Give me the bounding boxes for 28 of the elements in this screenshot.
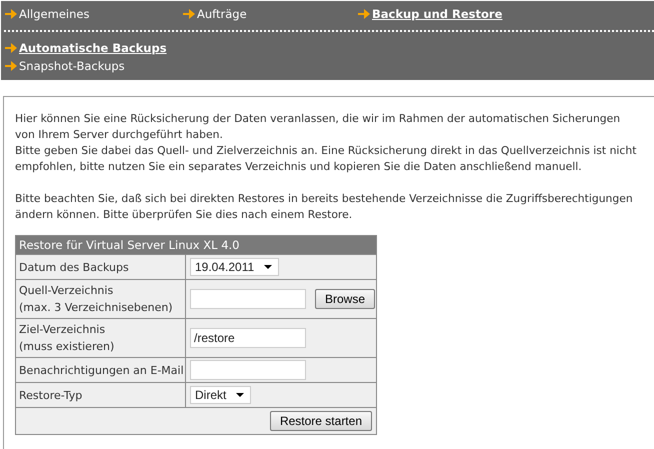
dropdown[interactable]: Direkt [190, 386, 252, 404]
caret-icon [236, 393, 244, 397]
arrow-icon [358, 8, 370, 18]
arrow-icon [183, 8, 195, 18]
field-label: Quell-Verzeichnis (max. 3 Verzeichnisebenen) [16, 280, 186, 318]
nav-link[interactable]: Aufträge [183, 6, 358, 20]
info-text: Hier können Sie eine Rücksicherung der Daten veranlassen, die wir im Rahmen der automatischen Sicherungen von Ihrem Server durchgeführt haben. [15, 111, 622, 143]
input-field[interactable] [190, 289, 306, 309]
submit-button[interactable]: Restore starten [270, 411, 372, 431]
form-title: Restore für Virtual Server Linux XL 4.0 [16, 236, 376, 254]
browse-button[interactable]: Browse [315, 289, 376, 309]
caret-icon [264, 265, 272, 269]
dropdown[interactable]: 19.04.2011 [190, 258, 280, 276]
input-field[interactable] [190, 360, 306, 380]
info-text: Bitte beachten Sie, daß sich bei direkten Restores in bereits bestehende Verzeichnisse die Zugriffsberechtigungen ändern können. Bitte überprüfen Sie dies nach einem Restore. [15, 191, 634, 223]
arrow-icon [5, 43, 17, 53]
nav-link[interactable]: Allgemeines [5, 6, 183, 20]
info-text: Bitte geben Sie dabei das Quell- und Zielverzeichnis an. Eine Rücksicherung direkt in das Quellverzeichnis ist nicht empfohlen, bitte nutzen Sie ein separates Verzeichnis und kopieren Sie die Daten anschließend manuell. [15, 143, 638, 175]
nav-link[interactable]: Automatische Backups [5, 41, 654, 55]
arrow-icon [5, 61, 17, 71]
field-label: Datum des Backups [16, 254, 186, 280]
field-label: Restore-Typ [16, 382, 186, 408]
nav-link[interactable]: Backup und Restore [358, 6, 502, 20]
nav-link[interactable]: Snapshot-Backups [5, 59, 654, 73]
input-field[interactable]: /restore [190, 328, 306, 348]
field-label: Ziel-Verzeichnis (muss existieren) [16, 318, 186, 358]
arrow-icon [5, 8, 17, 18]
field-label: Benachrichtigungen an E-Mail [16, 358, 186, 382]
